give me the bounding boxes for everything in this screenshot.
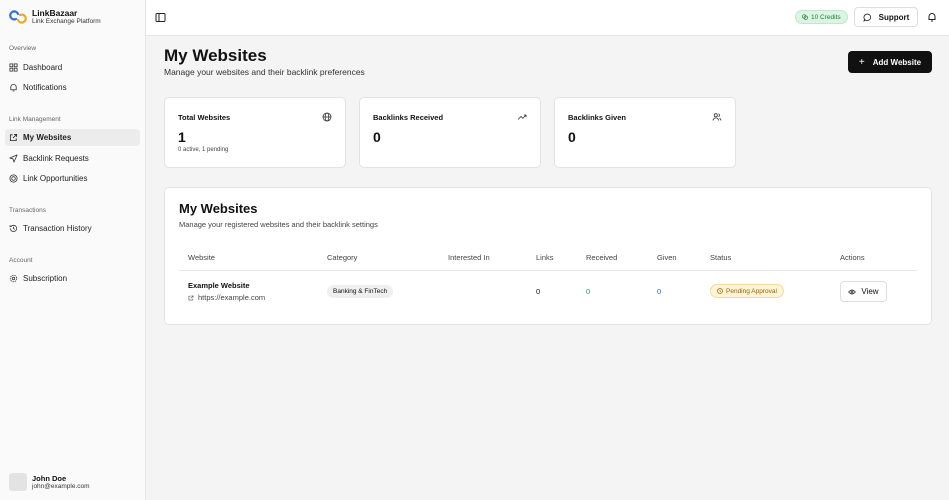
section-label-transactions: Transactions: [9, 207, 46, 214]
table-title: My Websites: [179, 201, 258, 216]
column-header-category: Category: [327, 253, 358, 262]
website-url-text: https://example.com: [198, 293, 266, 302]
sidebar-toggle-icon[interactable]: [155, 12, 166, 23]
grid-icon: [9, 63, 18, 72]
table-header-divider: [179, 270, 917, 271]
sidebar-item-label: Backlink Requests: [23, 154, 89, 163]
stat-card-backlinks-received: Backlinks Received 0: [359, 97, 541, 168]
category-badge: Banking & FinTech: [327, 285, 394, 298]
sidebar-item-label: My Websites: [23, 133, 72, 142]
status-label: Pending Approval: [726, 287, 777, 295]
credits-label: 10 Credits: [811, 13, 841, 21]
stat-value: 0: [568, 129, 576, 145]
users-icon: [712, 113, 722, 121]
view-button[interactable]: View: [840, 281, 887, 302]
chat-bubble-icon: [863, 13, 871, 22]
table-subtitle: Manage your registered websites and thei…: [179, 220, 378, 229]
credits-badge[interactable]: 10 Credits: [795, 10, 848, 24]
brand[interactable]: LinkBazaar Link Exchange Platform: [9, 8, 101, 26]
brand-subtitle: Link Exchange Platform: [32, 18, 101, 25]
history-icon: [9, 224, 18, 232]
sidebar-item-label: Transaction History: [23, 224, 92, 233]
user-email: john@example.com: [32, 482, 90, 490]
column-header-links: Links: [536, 253, 554, 262]
column-header-website: Website: [188, 253, 215, 262]
topbar: 10 Credits Support: [146, 0, 949, 36]
status-badge: Pending Approval: [710, 284, 784, 298]
stat-value: 1: [178, 129, 186, 145]
stat-label: Total Websites: [178, 113, 231, 122]
sidebar: LinkBazaar Link Exchange Platform Overvi…: [0, 0, 146, 500]
brand-name: LinkBazaar: [32, 8, 78, 18]
support-button[interactable]: Support: [854, 7, 918, 27]
received-count: 0: [586, 287, 591, 296]
sidebar-item-my-websites[interactable]: My Websites: [5, 129, 140, 146]
sidebar-item-label: Notifications: [23, 83, 67, 92]
sidebar-item-backlink-requests[interactable]: Backlink Requests: [5, 150, 140, 167]
user-name: John Doe: [32, 473, 67, 483]
sidebar-item-transaction-history[interactable]: Transaction History: [5, 220, 140, 237]
clock-icon: [717, 288, 723, 294]
sidebar-item-label: Dashboard: [23, 63, 63, 72]
section-label-account: Account: [9, 257, 33, 264]
page-title: My Websites: [164, 46, 267, 65]
bell-icon: [10, 84, 17, 92]
websites-table-card: My Websites Manage your registered websi…: [164, 187, 932, 325]
links-count: 0: [536, 287, 541, 296]
sidebar-item-subscription[interactable]: Subscription: [5, 270, 140, 287]
add-website-button[interactable]: + Add Website: [848, 51, 932, 73]
column-header-given: Given: [657, 253, 677, 262]
stat-value: 0: [373, 129, 381, 145]
stat-note: 0 active, 1 pending: [178, 147, 229, 153]
external-link-icon: [9, 133, 18, 142]
trending-up-icon: [517, 114, 527, 120]
support-label: Support: [878, 12, 910, 22]
column-header-status: Status: [710, 253, 732, 262]
coins-icon: [802, 14, 808, 20]
globe-icon: [322, 112, 332, 122]
sidebar-item-dashboard[interactable]: Dashboard: [5, 59, 140, 76]
section-label-link-management: Link Management: [9, 116, 61, 123]
avatar: [9, 473, 27, 491]
view-label: View: [861, 287, 879, 296]
sidebar-item-notifications[interactable]: Notifications: [5, 79, 140, 96]
stat-card-total-websites: Total Websites 1 0 active, 1 pending: [164, 97, 346, 168]
page-subtitle: Manage your websites and their backlink …: [164, 67, 365, 77]
stat-label: Backlinks Received: [373, 113, 444, 122]
plus-icon: +: [858, 56, 865, 68]
given-count: 0: [657, 287, 662, 296]
gear-icon: [9, 274, 18, 283]
section-label-overview: Overview: [9, 45, 37, 52]
target-icon: [9, 174, 18, 183]
external-link-icon: [188, 295, 194, 300]
sidebar-item-label: Link Opportunities: [23, 174, 88, 183]
user-profile[interactable]: John Doe john@example.com: [9, 473, 90, 491]
sidebar-item-link-opportunities[interactable]: Link Opportunities: [5, 170, 140, 187]
column-header-interested-in: Interested In: [448, 253, 490, 262]
stat-card-backlinks-given: Backlinks Given 0: [554, 97, 736, 168]
stat-label: Backlinks Given: [568, 113, 626, 122]
column-header-actions: Actions: [840, 253, 865, 262]
website-url[interactable]: https://example.com: [188, 293, 265, 302]
sidebar-item-label: Subscription: [23, 274, 68, 283]
main-content: My Websites Manage your websites and the…: [146, 36, 949, 500]
bell-icon[interactable]: [927, 12, 937, 22]
eye-icon: [848, 289, 857, 294]
website-name: Example Website: [188, 281, 250, 290]
link-logo-icon: [9, 10, 27, 24]
column-header-received: Received: [586, 253, 618, 262]
send-icon: [9, 154, 18, 163]
add-website-label: Add Website: [872, 57, 922, 67]
